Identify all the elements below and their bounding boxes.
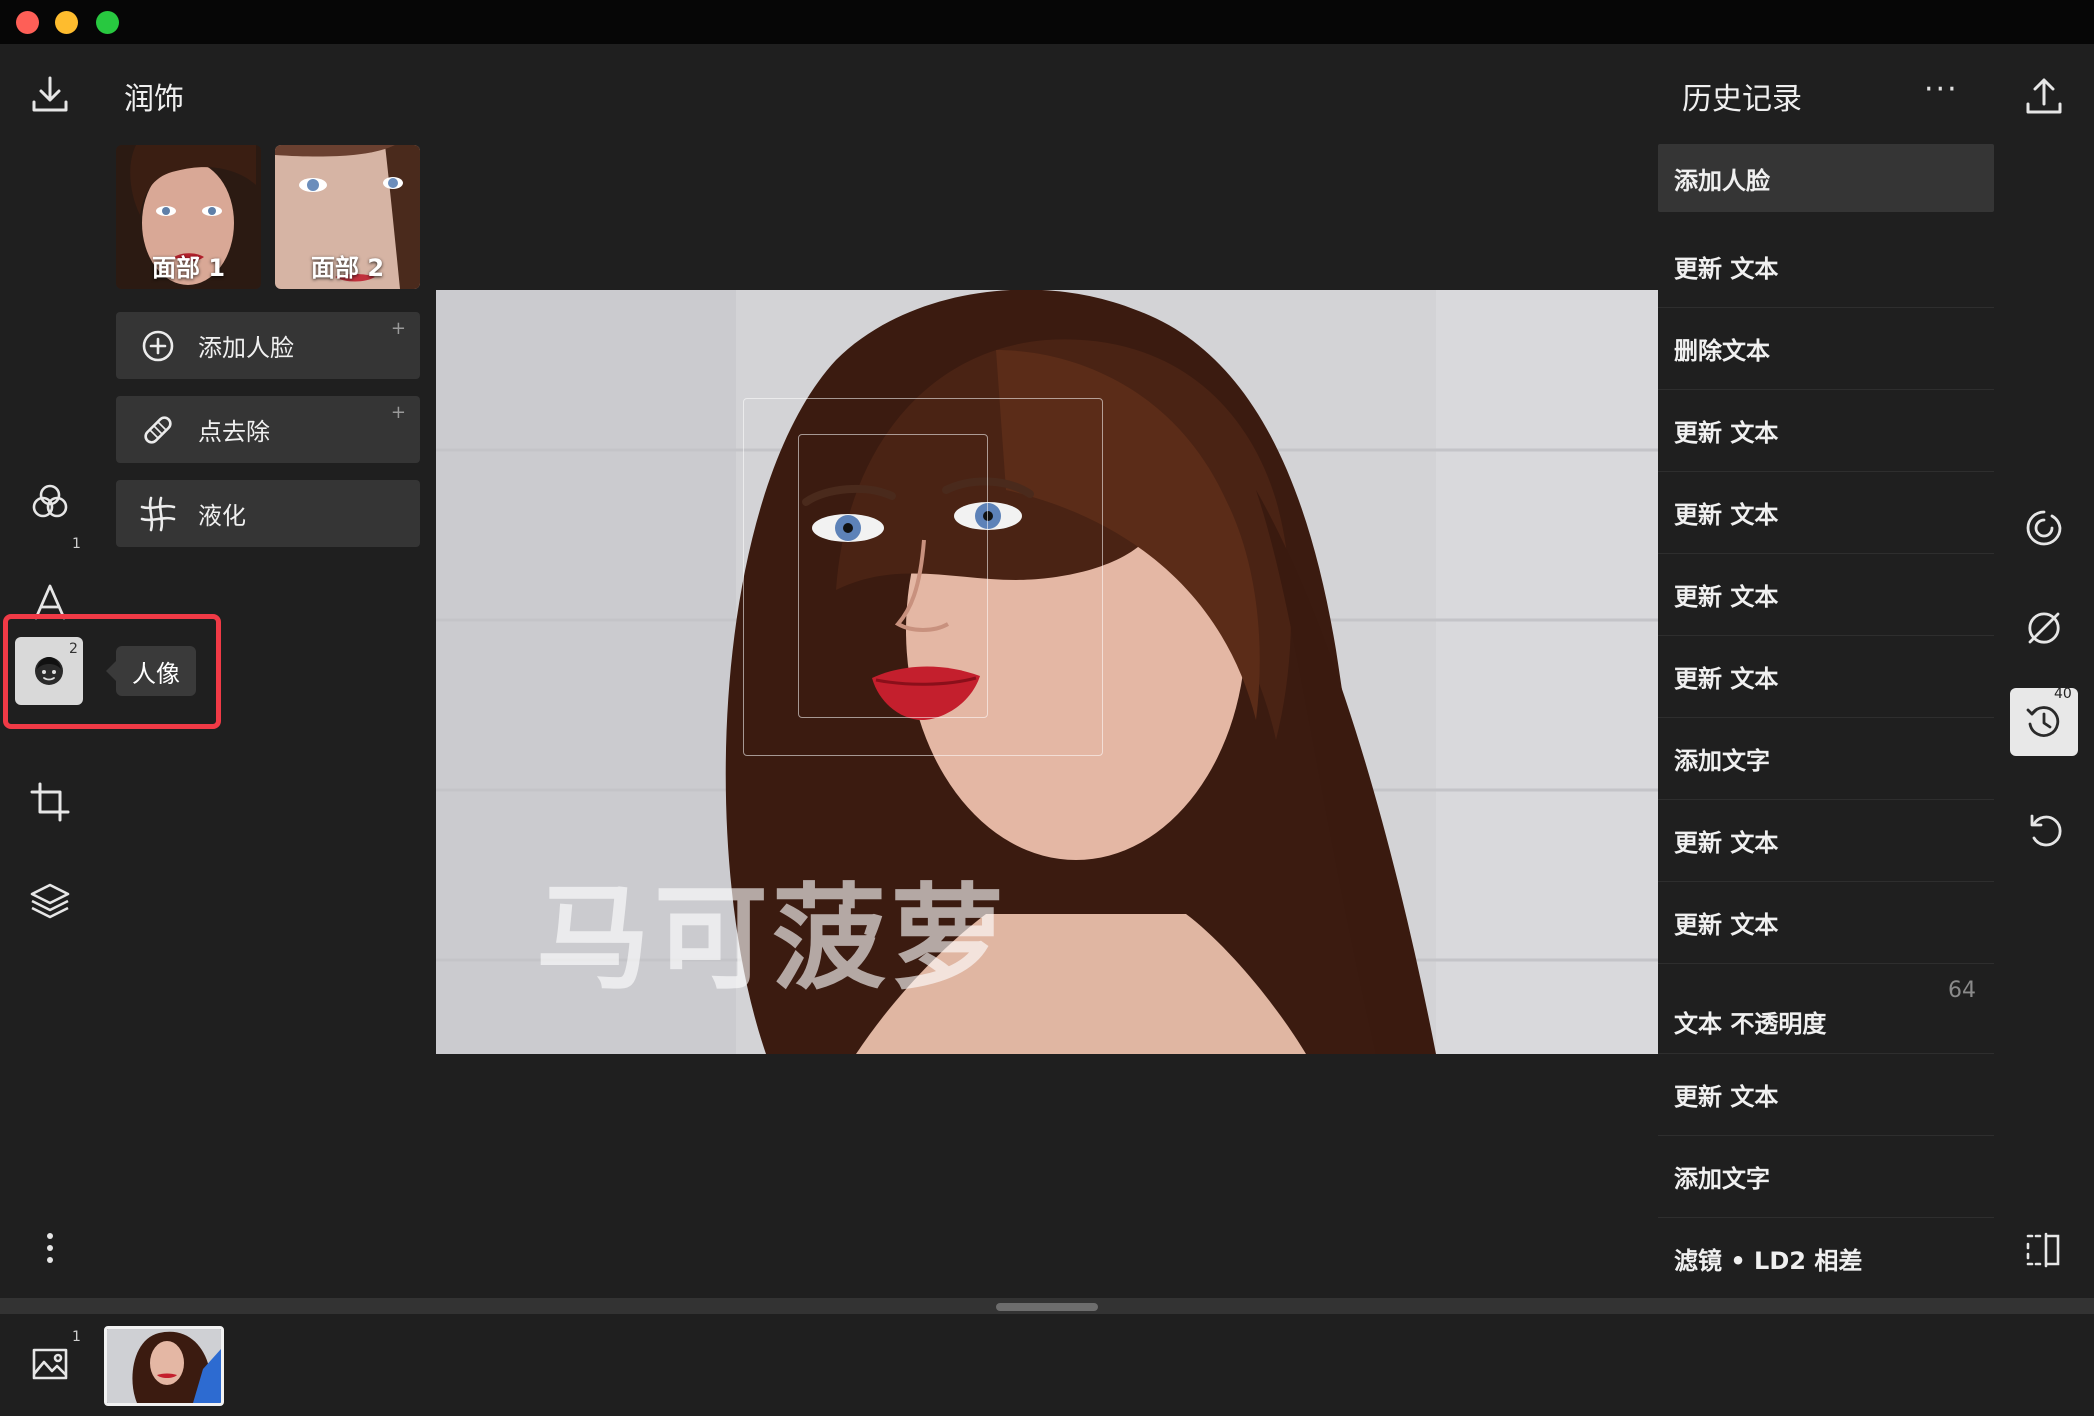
liquify-button[interactable]: 液化 bbox=[116, 480, 420, 547]
app-window: 1 2 人像 润饰 面部 1 面部 2 添加人脸 + 点去除 + 液化 马可菠萝… bbox=[0, 44, 2094, 1416]
filmstrip-resize-handle[interactable] bbox=[996, 1303, 1098, 1311]
spot-removal-button[interactable]: 点去除 + bbox=[116, 396, 420, 463]
spot-removal-plus: + bbox=[390, 402, 406, 423]
history-item[interactable]: 添加文字 bbox=[1658, 1136, 1994, 1218]
history-item-label: 更新 文本 bbox=[1674, 829, 1779, 857]
history-item[interactable]: 更新 文本 bbox=[1658, 472, 1994, 554]
split-view-icon bbox=[2026, 1232, 2060, 1268]
history-item-label: 更新 文本 bbox=[1674, 911, 1779, 939]
portrait-tooltip: 人像 bbox=[106, 646, 196, 696]
crop-icon bbox=[30, 782, 70, 822]
zoom-window-button[interactable] bbox=[96, 11, 119, 34]
history-clock-icon bbox=[2026, 706, 2060, 737]
history-item-label: 更新 文本 bbox=[1674, 1083, 1779, 1111]
history-item-label: 更新 文本 bbox=[1674, 255, 1779, 283]
history-item[interactable]: 更新 文本 bbox=[1658, 1054, 1994, 1136]
history-item[interactable]: 添加人脸 bbox=[1658, 144, 1994, 212]
history-item-label: 更新 文本 bbox=[1674, 665, 1779, 693]
add-circle-icon bbox=[142, 330, 174, 361]
history-item[interactable]: 滤镜 • LD2 相差 bbox=[1658, 1218, 1994, 1300]
layers-icon bbox=[30, 883, 70, 919]
history-item-label: 添加文字 bbox=[1674, 747, 1770, 775]
history-list: 添加人脸 更新 文本 删除文本 更新 文本 更新 文本 更新 文本 更新 文本 … bbox=[1658, 144, 1994, 1300]
face-2-label: 面部 2 bbox=[310, 254, 385, 282]
compare-button[interactable] bbox=[2010, 1216, 2078, 1284]
history-more-button[interactable]: ··· bbox=[1924, 72, 1959, 107]
history-item-label: 添加人脸 bbox=[1674, 166, 1770, 195]
download-icon bbox=[32, 76, 68, 112]
history-item-label: 更新 文本 bbox=[1674, 419, 1779, 447]
history-panel-button[interactable]: 40 bbox=[2010, 686, 2078, 756]
history-item[interactable]: 更新 文本 bbox=[1658, 800, 1994, 882]
history-item[interactable]: 更新 文本 bbox=[1658, 226, 1994, 308]
layers-tool-button[interactable] bbox=[20, 871, 80, 931]
more-tools-button[interactable] bbox=[20, 1218, 80, 1278]
bandage-icon bbox=[144, 415, 172, 444]
window-titlebar bbox=[0, 0, 2094, 44]
import-button[interactable] bbox=[20, 64, 80, 124]
history-count-badge: 40 bbox=[2054, 686, 2072, 702]
vertical-dots-icon bbox=[47, 1233, 53, 1263]
gallery-badge: 1 bbox=[72, 1329, 81, 1345]
upload-icon bbox=[2026, 78, 2062, 114]
liquify-label: 液化 bbox=[198, 502, 246, 530]
spiral-icon bbox=[2026, 510, 2062, 546]
add-face-button[interactable]: 添加人脸 + bbox=[116, 312, 420, 379]
history-panel-title: 历史记录 bbox=[1682, 82, 1802, 117]
history-item-label: 添加文字 bbox=[1674, 1165, 1770, 1193]
portrait-tool-badge: 2 bbox=[69, 641, 78, 657]
gallery-button[interactable] bbox=[20, 1334, 80, 1394]
thumbnail-photo-icon bbox=[107, 1329, 221, 1403]
watermark-text[interactable]: 马可菠萝 bbox=[536, 846, 1008, 1011]
history-item[interactable]: 文本 不透明度 64 bbox=[1658, 964, 1994, 1054]
crop-tool-button[interactable] bbox=[20, 772, 80, 832]
history-item[interactable]: 添加文字 bbox=[1658, 718, 1994, 800]
auto-adjust-button[interactable] bbox=[2010, 494, 2078, 562]
retouch-panel-title: 润饰 bbox=[124, 82, 184, 117]
undo-button[interactable] bbox=[2010, 796, 2078, 864]
history-item-label: 文本 不透明度 bbox=[1674, 1010, 1827, 1038]
mask-toggle-button[interactable] bbox=[2010, 594, 2078, 662]
photo-canvas[interactable]: 马可菠萝 bbox=[436, 290, 1658, 1054]
face-thumbnail-1[interactable]: 面部 1 bbox=[116, 145, 261, 289]
filmstrip bbox=[0, 1298, 2094, 1416]
undo-icon bbox=[2030, 814, 2062, 847]
history-item[interactable]: 更新 文本 bbox=[1658, 554, 1994, 636]
minimize-window-button[interactable] bbox=[55, 11, 78, 34]
face-icon bbox=[35, 657, 63, 685]
image-icon bbox=[32, 1348, 68, 1380]
filters-tool-button[interactable] bbox=[20, 472, 80, 532]
history-item-label: 删除文本 bbox=[1674, 337, 1770, 365]
history-item[interactable]: 更新 文本 bbox=[1658, 882, 1994, 964]
history-item-label: 更新 文本 bbox=[1674, 501, 1779, 529]
portrait-tool-button[interactable]: 2 bbox=[15, 637, 83, 705]
history-item[interactable]: 更新 文本 bbox=[1658, 636, 1994, 718]
history-item-value: 64 bbox=[1948, 978, 1976, 1003]
add-face-label: 添加人脸 bbox=[198, 334, 294, 362]
close-window-button[interactable] bbox=[16, 11, 39, 34]
history-item[interactable]: 更新 文本 bbox=[1658, 390, 1994, 472]
color-circles-icon bbox=[32, 484, 68, 518]
filmstrip-thumbnail[interactable] bbox=[104, 1326, 224, 1406]
text-tool-badge: 1 bbox=[72, 536, 81, 552]
face-detection-box-inner[interactable] bbox=[798, 434, 988, 718]
add-face-plus: + bbox=[390, 318, 406, 339]
history-item-label: 更新 文本 bbox=[1674, 583, 1779, 611]
spot-removal-label: 点去除 bbox=[198, 418, 270, 446]
history-item[interactable]: 删除文本 bbox=[1658, 308, 1994, 390]
history-item-label: 滤镜 • LD2 相差 bbox=[1674, 1247, 1863, 1275]
slashed-circle-icon bbox=[2028, 612, 2060, 644]
export-button[interactable] bbox=[2010, 62, 2078, 130]
face-1-label: 面部 1 bbox=[151, 254, 226, 282]
liquify-grid-icon bbox=[140, 496, 176, 531]
face-thumbnail-2[interactable]: 面部 2 bbox=[275, 145, 420, 289]
